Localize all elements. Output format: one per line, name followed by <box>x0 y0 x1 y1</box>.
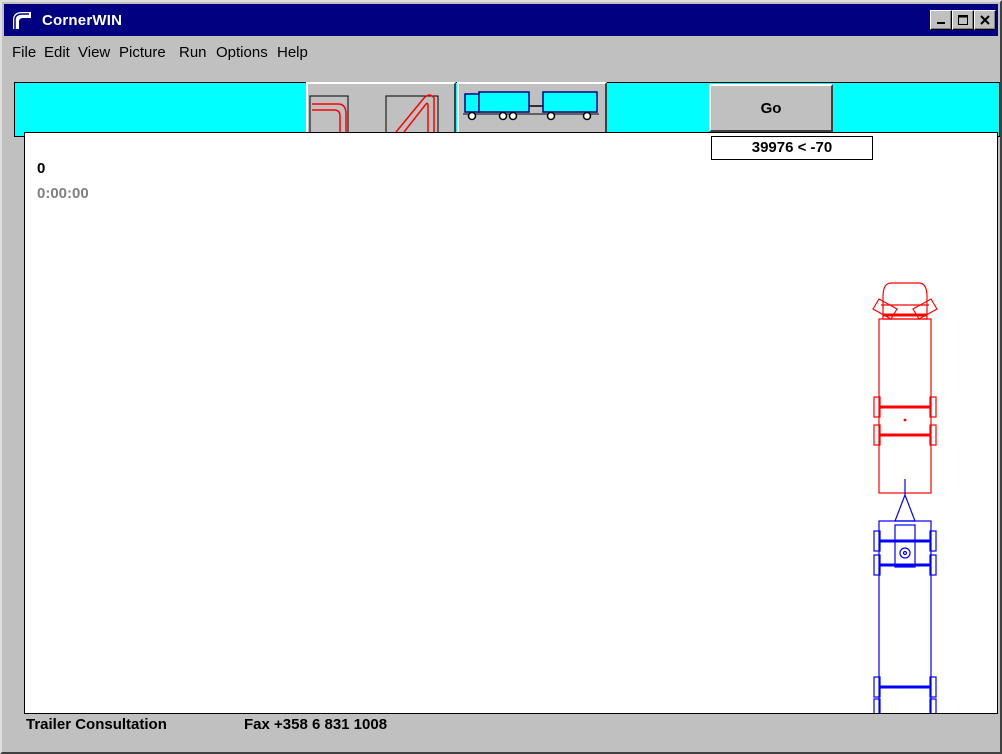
truck-trailer-icon <box>463 91 599 121</box>
maximize-button[interactable] <box>952 10 974 30</box>
minimize-button[interactable] <box>930 10 952 30</box>
maximize-icon <box>958 15 968 25</box>
close-button[interactable] <box>974 10 996 30</box>
window-title: CornerWIN <box>42 12 123 29</box>
road-type-button[interactable] <box>306 82 456 134</box>
vehicle-type-button[interactable] <box>457 82 607 134</box>
menu-picture[interactable]: Picture <box>119 44 166 61</box>
menu-run[interactable]: Run <box>179 44 207 61</box>
go-button[interactable]: Go <box>709 84 833 132</box>
truck-outline <box>872 282 938 494</box>
minimize-icon <box>937 22 945 24</box>
drawing-canvas[interactable]: 0 0:00:00 <box>24 132 998 714</box>
fax-number: Fax +358 6 831 1008 <box>244 716 388 733</box>
menu-options[interactable]: Options <box>216 44 268 61</box>
step-counter: 0 <box>37 160 46 177</box>
status-bar: Trailer Consultation Fax +358 6 831 1008 <box>4 714 998 752</box>
menu-file[interactable]: File <box>12 44 36 61</box>
coordinate-readout: 39976 < -70 <box>711 136 873 160</box>
company-name: Trailer Consultation <box>26 716 167 733</box>
app-window: CornerWIN File Edit View Picture Run Opt… <box>0 0 1002 754</box>
menu-edit[interactable]: Edit <box>44 44 70 61</box>
cornerwin-app-icon <box>10 8 34 32</box>
trailer-outline <box>873 479 937 713</box>
road-curves-icon <box>309 94 439 132</box>
elapsed-time: 0:00:00 <box>37 185 89 202</box>
title-bar[interactable]: CornerWIN <box>4 4 998 36</box>
vehicle-drawing <box>872 282 938 713</box>
menu-bar: File Edit View Picture Run Options Help <box>4 38 998 68</box>
menu-help[interactable]: Help <box>277 44 308 61</box>
close-icon <box>980 15 990 25</box>
menu-view[interactable]: View <box>78 44 110 61</box>
